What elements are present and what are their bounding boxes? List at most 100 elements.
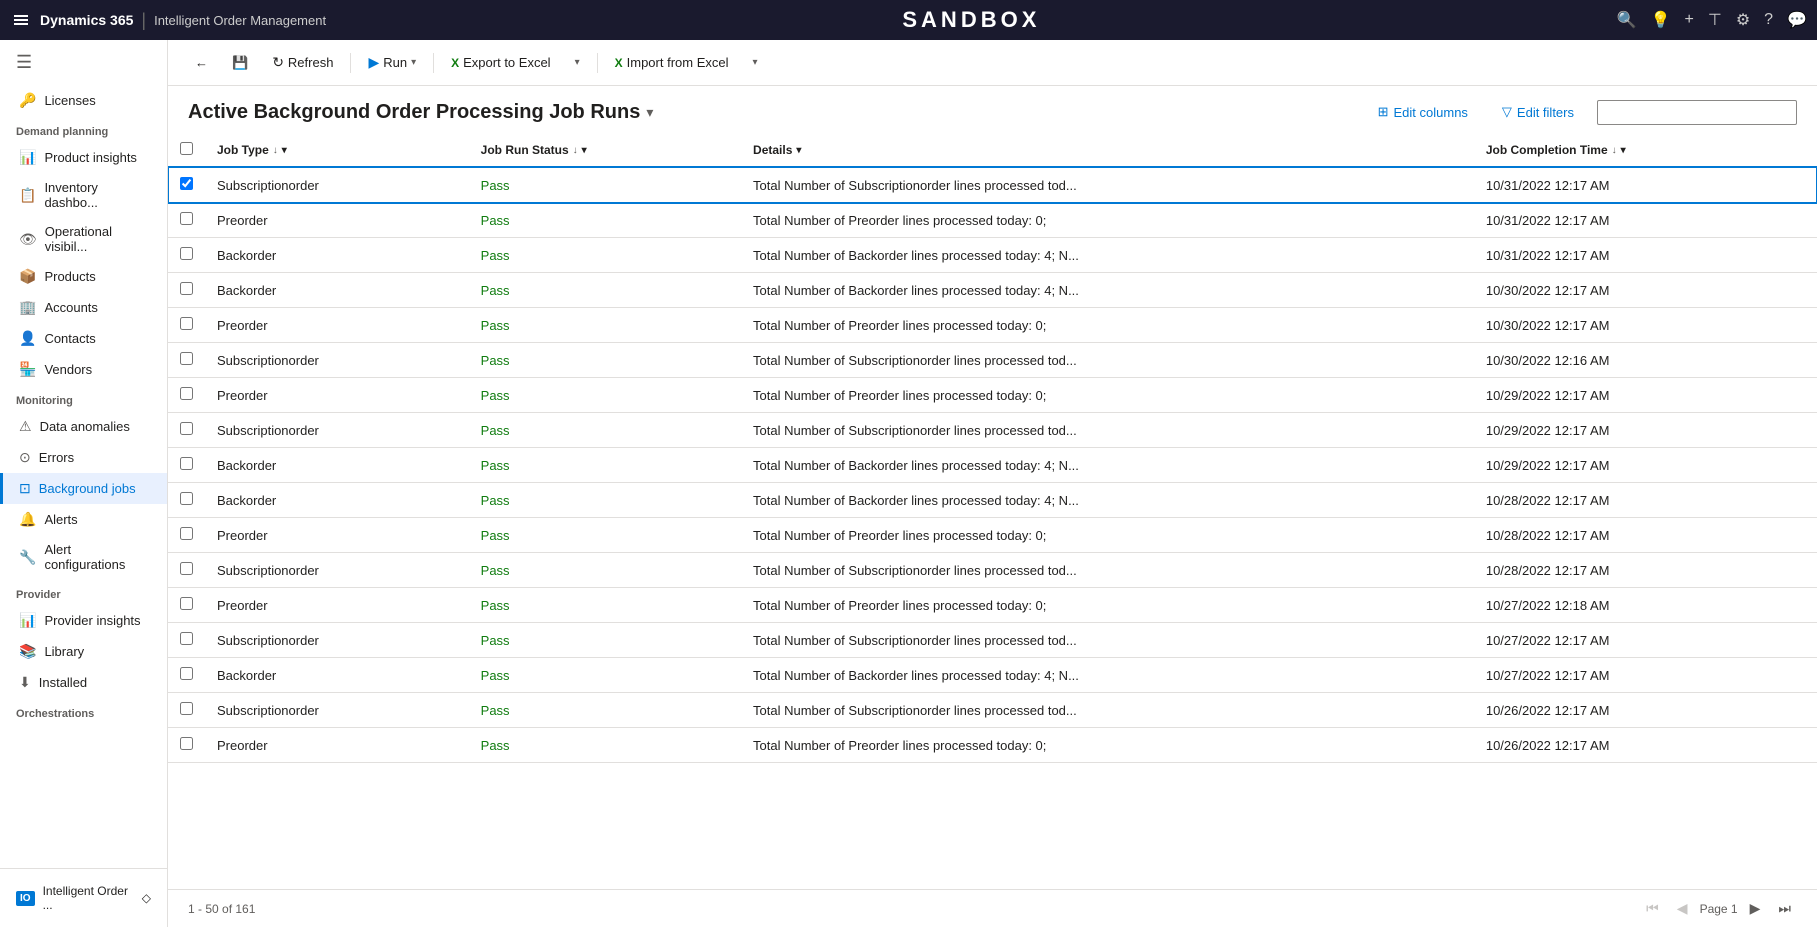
table-row[interactable]: Preorder Pass Total Number of Preorder l…: [168, 378, 1817, 413]
cell-job-type: Subscriptionorder: [205, 693, 469, 728]
sidebar-item-alerts[interactable]: 🔔 Alerts: [0, 504, 167, 535]
waffle-menu[interactable]: [10, 11, 32, 29]
table-row[interactable]: Backorder Pass Total Number of Backorder…: [168, 238, 1817, 273]
edit-filters-button[interactable]: ▽ Edit filters: [1491, 98, 1585, 126]
sidebar-item-contacts[interactable]: 👤 Contacts: [0, 323, 167, 354]
row-checkbox[interactable]: [180, 492, 193, 505]
cell-job-type: Preorder: [205, 378, 469, 413]
select-all-checkbox[interactable]: [180, 142, 193, 155]
table-row[interactable]: Preorder Pass Total Number of Preorder l…: [168, 518, 1817, 553]
sidebar-item-installed[interactable]: ⬇ Installed: [0, 667, 167, 698]
import-excel-button[interactable]: X Import from Excel: [604, 49, 740, 76]
sidebar-item-background-jobs[interactable]: ⊡ Background jobs: [0, 473, 167, 504]
table-row[interactable]: Subscriptionorder Pass Total Number of S…: [168, 553, 1817, 588]
sidebar-bottom-item[interactable]: IO Intelligent Order ... ◇: [0, 877, 167, 919]
accounts-icon: 🏢: [19, 299, 36, 316]
operational-icon: 👁: [19, 231, 37, 248]
import-label: Import from Excel: [627, 55, 729, 70]
product-insights-icon: 📊: [19, 149, 36, 166]
row-checkbox[interactable]: [180, 352, 193, 365]
sidebar-item-provider-insights[interactable]: 📊 Provider insights: [0, 605, 167, 636]
sidebar-item-errors[interactable]: ⊙ Errors: [0, 442, 167, 473]
row-checkbox[interactable]: [180, 387, 193, 400]
search-icon[interactable]: 🔍: [1617, 10, 1637, 30]
first-page-button[interactable]: ⏮: [1640, 898, 1665, 919]
row-checkbox[interactable]: [180, 667, 193, 680]
sidebar-item-library[interactable]: 📚 Library: [0, 636, 167, 667]
table-row[interactable]: Subscriptionorder Pass Total Number of S…: [168, 623, 1817, 658]
table-row[interactable]: Preorder Pass Total Number of Preorder l…: [168, 308, 1817, 343]
sidebar-label: Accounts: [44, 300, 97, 315]
pagination: ⏮ ◀ Page 1 ▶ ⏭: [1640, 898, 1797, 919]
cell-details: Total Number of Preorder lines processed…: [741, 308, 1474, 343]
refresh-button[interactable]: ↻ Refresh: [261, 48, 344, 77]
sidebar-item-data-anomalies[interactable]: ⚠ Data anomalies: [0, 411, 167, 442]
table-row[interactable]: Backorder Pass Total Number of Backorder…: [168, 273, 1817, 308]
sidebar-item-operational-visibility[interactable]: 👁 Operational visibil...: [0, 217, 167, 261]
run-button[interactable]: ▶ Run ▾: [357, 48, 427, 77]
page-title-chevron[interactable]: ▾: [646, 104, 653, 121]
help-icon[interactable]: ?: [1764, 11, 1773, 29]
row-checkbox[interactable]: [180, 527, 193, 540]
table-row[interactable]: Backorder Pass Total Number of Backorder…: [168, 483, 1817, 518]
settings-icon[interactable]: ⚙: [1736, 10, 1750, 30]
row-checkbox[interactable]: [180, 597, 193, 610]
row-checkbox[interactable]: [180, 457, 193, 470]
prev-page-button[interactable]: ◀: [1671, 898, 1694, 919]
row-checkbox[interactable]: [180, 212, 193, 225]
sidebar-item-inventory-dashboard[interactable]: 📋 Inventory dashbo...: [0, 173, 167, 217]
export-excel-button[interactable]: X Export to Excel: [440, 49, 561, 76]
table-row[interactable]: Preorder Pass Total Number of Preorder l…: [168, 203, 1817, 238]
sidebar-item-alert-configurations[interactable]: 🔧 Alert configurations: [0, 535, 167, 579]
row-checkbox[interactable]: [180, 317, 193, 330]
row-checkbox[interactable]: [180, 702, 193, 715]
table-row[interactable]: Preorder Pass Total Number of Preorder l…: [168, 588, 1817, 623]
sidebar-item-accounts[interactable]: 🏢 Accounts: [0, 292, 167, 323]
sidebar-toggle[interactable]: ☰: [0, 40, 167, 85]
save-button[interactable]: 💾: [221, 49, 259, 77]
edit-columns-button[interactable]: ⊞ Edit columns: [1367, 98, 1479, 126]
table-footer: 1 - 50 of 161 ⏮ ◀ Page 1 ▶ ⏭: [168, 889, 1817, 927]
table-row[interactable]: Subscriptionorder Pass Total Number of S…: [168, 413, 1817, 448]
row-checkbox[interactable]: [180, 177, 193, 190]
page-title: Active Background Order Processing Job R…: [188, 101, 640, 124]
table-row[interactable]: Subscriptionorder Pass Total Number of S…: [168, 167, 1817, 203]
export-dropdown-button[interactable]: ▾: [564, 51, 591, 74]
back-button[interactable]: ←: [184, 49, 219, 76]
row-checkbox[interactable]: [180, 282, 193, 295]
section-label-demand: Demand planning: [0, 116, 167, 142]
cell-job-type: Preorder: [205, 728, 469, 763]
lightbulb-icon[interactable]: 💡: [1651, 10, 1671, 30]
row-checkbox[interactable]: [180, 632, 193, 645]
provider-insights-icon: 📊: [19, 612, 36, 629]
import-dropdown-button[interactable]: ▾: [741, 51, 768, 74]
last-page-button[interactable]: ⏭: [1772, 898, 1797, 919]
brand-name[interactable]: Dynamics 365: [40, 12, 133, 28]
row-checkbox[interactable]: [180, 247, 193, 260]
row-checkbox[interactable]: [180, 422, 193, 435]
cell-completion-time: 10/31/2022 12:17 AM: [1474, 238, 1817, 273]
chat-icon[interactable]: 💬: [1787, 10, 1807, 30]
toolbar-sep-2: [433, 53, 434, 73]
sidebar-item-licenses[interactable]: 🔑 Licenses: [0, 85, 167, 116]
filter-nav-icon[interactable]: ⊤: [1708, 10, 1722, 30]
add-icon[interactable]: +: [1685, 11, 1694, 29]
cell-status: Pass: [469, 167, 741, 203]
sidebar-label: Product insights: [44, 150, 137, 165]
cell-job-type: Preorder: [205, 518, 469, 553]
next-page-button[interactable]: ▶: [1744, 898, 1767, 919]
search-input[interactable]: [1597, 100, 1797, 125]
cell-completion-time: 10/30/2022 12:17 AM: [1474, 273, 1817, 308]
table-row[interactable]: Subscriptionorder Pass Total Number of S…: [168, 343, 1817, 378]
sidebar-item-products[interactable]: 📦 Products: [0, 261, 167, 292]
table-row[interactable]: Preorder Pass Total Number of Preorder l…: [168, 728, 1817, 763]
sidebar-label: Vendors: [44, 362, 92, 377]
toolbar: ← 💾 ↻ Refresh ▶ Run ▾ X Export to Excel …: [168, 40, 1817, 86]
sidebar-item-vendors[interactable]: 🏪 Vendors: [0, 354, 167, 385]
row-checkbox[interactable]: [180, 562, 193, 575]
row-checkbox[interactable]: [180, 737, 193, 750]
sidebar-item-product-insights[interactable]: 📊 Product insights: [0, 142, 167, 173]
table-row[interactable]: Backorder Pass Total Number of Backorder…: [168, 658, 1817, 693]
table-row[interactable]: Subscriptionorder Pass Total Number of S…: [168, 693, 1817, 728]
table-row[interactable]: Backorder Pass Total Number of Backorder…: [168, 448, 1817, 483]
